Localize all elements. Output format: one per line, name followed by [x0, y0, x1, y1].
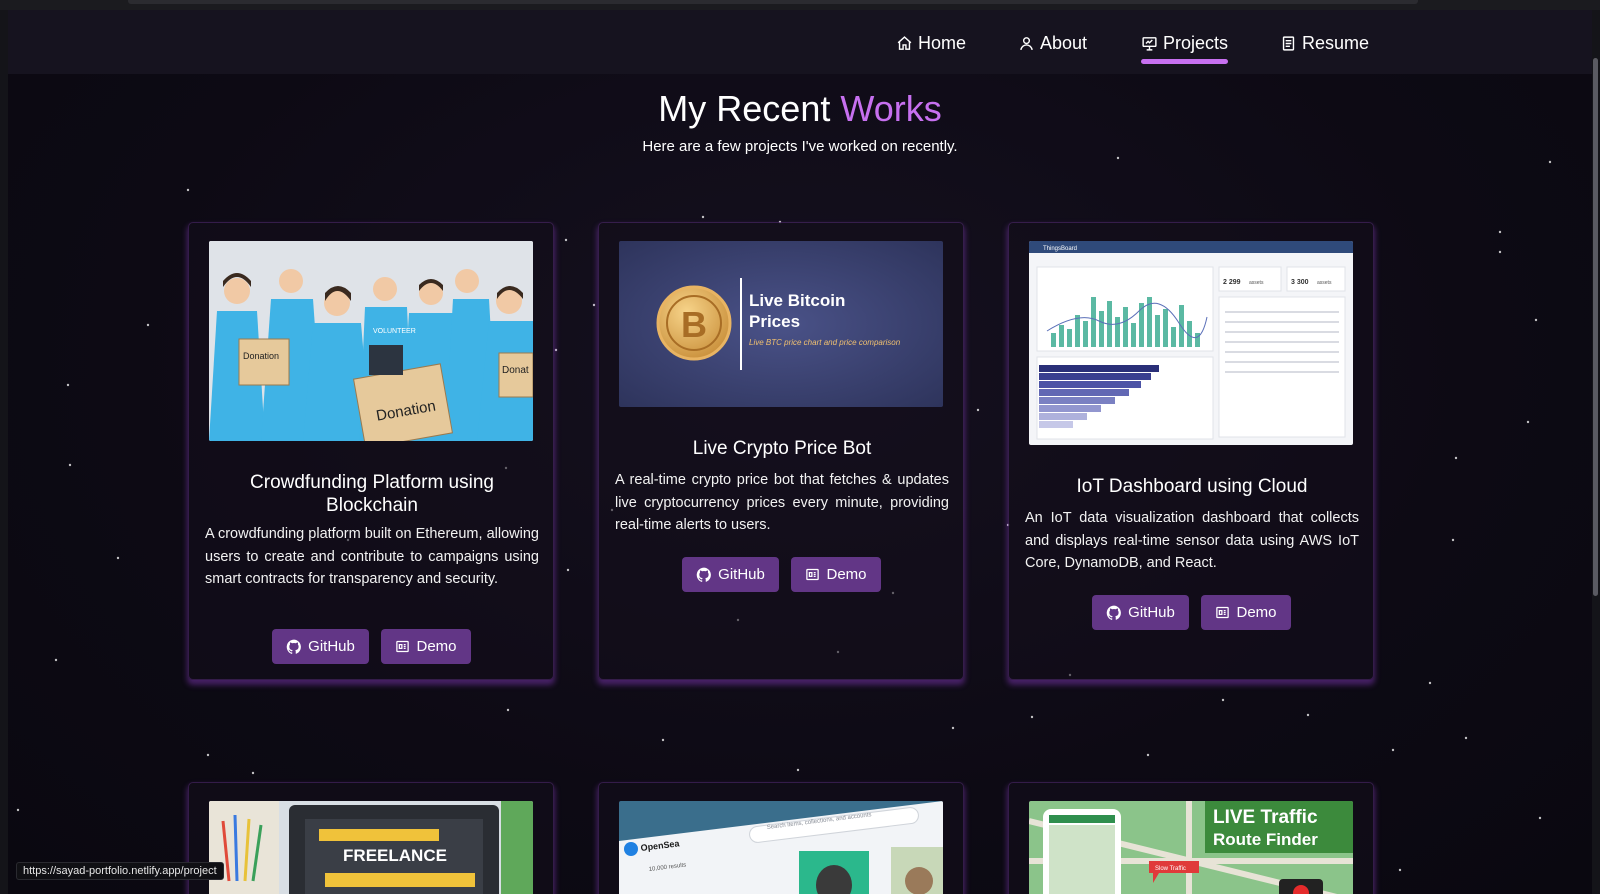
- project-title: Crowdfunding Platform using Blockchain: [250, 472, 494, 516]
- demo-icon: [396, 640, 410, 653]
- nav-item-projects[interactable]: Projects: [1141, 28, 1229, 64]
- image-headline: Prices: [749, 312, 800, 331]
- bitcoin-icon: B: [681, 304, 707, 345]
- demo-icon: [806, 568, 820, 581]
- page-viewport: Home About Projects Resume My Recent Wor…: [8, 10, 1592, 894]
- nav-item-resume[interactable]: Resume: [1280, 28, 1369, 58]
- dashboard-brand: ThingsBoard: [1043, 246, 1077, 252]
- user-icon: [1020, 36, 1033, 50]
- demo-button-label: Demo: [1236, 604, 1277, 621]
- box-label: Donat: [502, 365, 529, 376]
- status-bar-url: https://sayad-portfolio.netlify.app/proj…: [16, 862, 224, 880]
- nav-item-about[interactable]: About: [1018, 28, 1087, 58]
- page-title: My Recent Works: [8, 88, 1592, 130]
- project-image-crowdfunding: Donation Donation Donat VOLUNTEER: [209, 241, 533, 441]
- demo-button[interactable]: Demo: [791, 557, 881, 592]
- nav-item-label: Resume: [1302, 32, 1370, 53]
- nav-item-label: Projects: [1163, 32, 1229, 53]
- browser-tab-strip: [128, 0, 1418, 4]
- traffic-badge: Slow Traffic: [1155, 866, 1186, 872]
- projects-icon: [1142, 36, 1157, 51]
- demo-button[interactable]: Demo: [381, 629, 471, 664]
- project-description: A real-time crypto price bot that fetche…: [615, 472, 949, 533]
- project-card-crowdfunding: Donation Donation Donat VOLUNTEER Crowdf…: [188, 222, 554, 680]
- dashboard-stat: 3 300: [1291, 279, 1309, 286]
- github-icon: [286, 639, 302, 654]
- github-button[interactable]: GitHub: [272, 629, 369, 664]
- github-icon: [696, 567, 712, 582]
- demo-icon: [1216, 606, 1230, 619]
- github-icon: [1106, 605, 1122, 620]
- image-headline: Live Bitcoin: [749, 291, 845, 310]
- image-caption: Live BTC price chart and price compariso…: [749, 338, 901, 347]
- project-card-nft-marketplace: OpenSea Search items, collections, and a…: [598, 782, 964, 894]
- project-card-freelance: FREELANCE: [188, 782, 554, 894]
- nav-item-home[interactable]: Home: [896, 28, 966, 58]
- page-subtitle: Here are a few projects I've worked on r…: [642, 138, 958, 155]
- page-title-accent: Works: [840, 88, 942, 129]
- project-image-iot-dashboard: ThingsBoard 2 299 assets 3 300 assets: [1029, 241, 1353, 445]
- project-image-nft-marketplace: OpenSea Search items, collections, and a…: [619, 801, 943, 894]
- scrollbar-thumb[interactable]: [1593, 58, 1598, 596]
- project-title: Live Crypto Price Bot: [692, 438, 872, 459]
- project-description: A crowdfunding platform built on Ethereu…: [205, 526, 539, 587]
- github-button[interactable]: GitHub: [1092, 595, 1189, 630]
- image-text: Route Finder: [1213, 830, 1318, 849]
- dashboard-stat-unit: assets: [1317, 280, 1332, 286]
- project-image-traffic-route: Slow Traffic LIVE Traffic Route Finder: [1029, 801, 1353, 894]
- page-title-main: My Recent: [658, 88, 831, 129]
- top-navbar: Home About Projects Resume: [8, 10, 1592, 74]
- demo-button[interactable]: Demo: [1201, 595, 1291, 630]
- github-button[interactable]: GitHub: [682, 557, 779, 592]
- github-button-label: GitHub: [308, 638, 355, 655]
- image-text: FREELANCE: [343, 846, 447, 865]
- demo-button-label: Demo: [416, 638, 457, 655]
- browser-top-bar: [0, 0, 1600, 10]
- project-image-crypto-bot: B Live Bitcoin Prices Live BTC price cha…: [619, 241, 943, 407]
- project-image-freelance: FREELANCE: [209, 801, 533, 894]
- document-icon: [1282, 35, 1295, 51]
- dashboard-stat: 2 299: [1223, 279, 1241, 286]
- github-button-label: GitHub: [718, 566, 765, 583]
- dashboard-stat-unit: assets: [1249, 280, 1264, 286]
- github-button-label: GitHub: [1128, 604, 1175, 621]
- project-card-crypto-bot: B Live Bitcoin Prices Live BTC price cha…: [598, 222, 964, 680]
- window-left-frame: [0, 10, 8, 894]
- image-text: LIVE Traffic: [1213, 807, 1318, 828]
- project-card-traffic-route: Slow Traffic LIVE Traffic Route Finder: [1008, 782, 1374, 894]
- shirt-text: VOLUNTEER: [373, 328, 416, 335]
- project-description: An IoT data visualization dashboard that…: [1025, 510, 1359, 571]
- demo-button-label: Demo: [826, 566, 867, 583]
- project-card-iot-dashboard: ThingsBoard 2 299 assets 3 300 assets Io…: [1008, 222, 1374, 680]
- home-icon: [897, 35, 912, 50]
- nav-item-label: Home: [918, 32, 967, 53]
- project-title: IoT Dashboard using Cloud: [1076, 476, 1308, 497]
- nav-item-label: About: [1040, 32, 1088, 53]
- box-label: Donation: [243, 351, 279, 361]
